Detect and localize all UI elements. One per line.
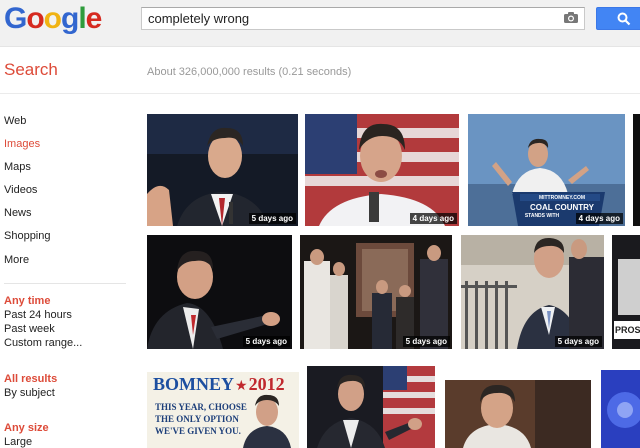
sidebar-item-web[interactable]: Web <box>4 115 26 127</box>
image-thumbnail <box>147 114 298 226</box>
image-thumbnail <box>307 366 435 448</box>
image-result[interactable]: 5 days ago <box>300 235 452 349</box>
image-result[interactable]: 5 days ago <box>461 235 604 349</box>
image-result[interactable] <box>633 114 640 226</box>
top-bar: Google <box>0 0 640 47</box>
filter-large[interactable]: Large <box>4 436 32 448</box>
filter-any-size[interactable]: Any size <box>4 422 49 434</box>
image-thumbnail <box>601 370 640 448</box>
filter-all-results[interactable]: All results <box>4 373 57 385</box>
search-box[interactable] <box>141 7 585 30</box>
sidebar-item-videos[interactable]: Videos <box>4 184 37 196</box>
result-stats: About 326,000,000 results (0.21 seconds) <box>147 66 352 78</box>
image-age-label: 5 days ago <box>248 213 296 224</box>
image-result[interactable]: 4 days ago <box>305 114 459 226</box>
image-thumbnail <box>633 114 640 226</box>
filter-custom-range[interactable]: Custom range... <box>4 337 82 349</box>
image-age-label: 4 days ago <box>409 213 457 224</box>
image-result[interactable] <box>445 380 591 448</box>
search-label: Search <box>4 60 58 79</box>
search-input[interactable] <box>148 10 548 27</box>
sidebar-divider <box>4 283 126 284</box>
image-result[interactable]: BOMNEY★2012 THIS YEAR, CHOOSE THE ONLY O… <box>147 372 299 448</box>
image-result[interactable]: 5 days ago <box>147 114 298 226</box>
google-logo[interactable]: Google <box>4 4 102 34</box>
poster-title-word: BOMNEY <box>153 374 234 394</box>
sidebar-item-maps[interactable]: Maps <box>4 161 31 173</box>
poster-line: WE'VE GIVEN YOU. <box>155 426 241 436</box>
header-divider <box>0 93 640 94</box>
image-result[interactable]: PROS <box>612 235 640 349</box>
filter-past-week[interactable]: Past week <box>4 323 55 335</box>
image-result[interactable] <box>601 370 640 448</box>
podium-sub-text: STANDS WITH <box>524 213 560 219</box>
image-result[interactable]: 4 days ago MITTROMNEY.COM COAL COUNTRY S… <box>468 114 625 226</box>
star-icon: ★ <box>235 377 248 393</box>
sidebar-item-news[interactable]: News <box>4 207 32 219</box>
podium-sign-text: COAL COUNTRY <box>530 203 594 212</box>
camera-icon[interactable] <box>564 12 578 23</box>
image-age-label: 5 days ago <box>554 336 602 347</box>
poster-line: THIS YEAR, CHOOSE <box>155 402 247 412</box>
sidebar-item-shopping[interactable]: Shopping <box>4 230 51 242</box>
filter-past-24-hours[interactable]: Past 24 hours <box>4 309 72 321</box>
image-thumbnail <box>300 235 452 349</box>
poster-title: BOMNEY★2012 <box>153 374 293 395</box>
search-button[interactable] <box>596 7 640 30</box>
image-age-label: 5 days ago <box>402 336 450 347</box>
search-icon <box>617 12 631 26</box>
sidebar-item-images[interactable]: Images <box>4 138 40 150</box>
podium-url-text: MITTROMNEY.COM <box>538 195 586 201</box>
poster-year: 2012 <box>248 374 285 394</box>
filter-by-subject[interactable]: By subject <box>4 387 55 399</box>
filter-any-time[interactable]: Any time <box>4 295 50 307</box>
image-age-label: 4 days ago <box>575 213 623 224</box>
sidebar-item-more[interactable]: More <box>4 254 29 266</box>
image-age-label: 5 days ago <box>242 336 290 347</box>
poster-line: THE ONLY OPTION <box>155 414 239 424</box>
image-thumbnail <box>445 380 591 448</box>
image-thumbnail <box>461 235 604 349</box>
image-thumbnail <box>147 235 292 349</box>
image-result[interactable] <box>307 366 435 448</box>
image-result[interactable]: 5 days ago <box>147 235 292 349</box>
image-thumbnail <box>305 114 459 226</box>
image-edge-text: PROS <box>615 325 640 335</box>
